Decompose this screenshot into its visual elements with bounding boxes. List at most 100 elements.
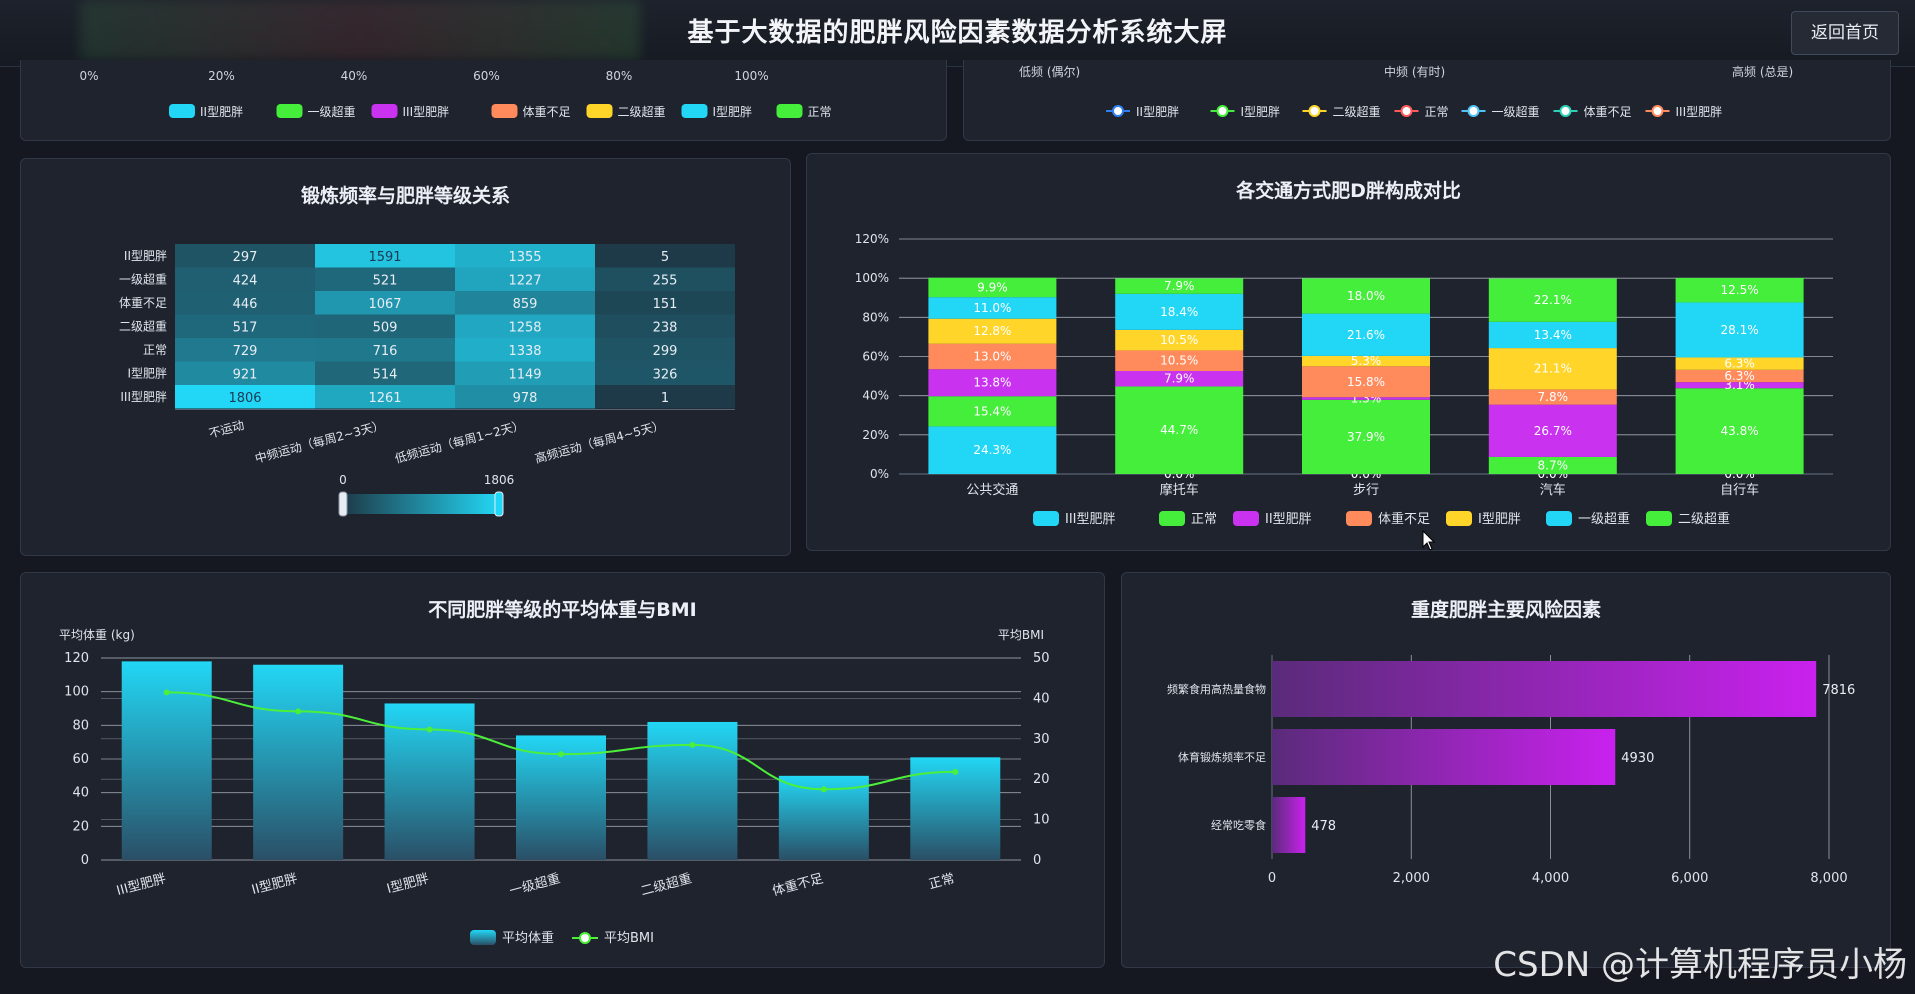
traffic-x-label: 公共交通 — [966, 482, 1018, 498]
axis-tick-label: 20% — [208, 69, 235, 83]
weight-y-tick: 80 — [72, 718, 89, 733]
heatmap-cell-value: 1227 — [508, 273, 541, 288]
traffic-panel: 各交通方式肥D胖构成对比 0% 20% 40% 60% 80% 100% 120% 24.3%… — [806, 153, 1891, 551]
weight-y-tick: 20 — [72, 819, 89, 834]
heatmap-x-label: 中频运动（每周2~3天） — [253, 417, 386, 466]
risk-value-label: 478 — [1311, 819, 1336, 834]
visualmap-handle-min — [338, 491, 348, 517]
traffic-legend-swatch — [1446, 511, 1472, 526]
legend-marker — [1467, 105, 1480, 117]
legend-marker — [1308, 105, 1321, 117]
heatmap-cell-value: 151 — [653, 297, 678, 312]
back-home-button[interactable]: 返回首页 — [1791, 11, 1899, 55]
risk-bar — [1272, 729, 1616, 785]
traffic-legend-swatch — [1159, 511, 1185, 526]
legend-marker — [1112, 105, 1124, 117]
heatmap-cell-value: 1338 — [508, 344, 541, 359]
visualmap-max-label: 1806 — [484, 473, 515, 487]
traffic-segment-label: 10.5% — [1160, 354, 1198, 368]
weight-x-label: 一级超重 — [508, 870, 562, 899]
heatmap-cell-value: 1 — [661, 391, 669, 406]
traffic-chart: 0% 20% 40% 60% 80% 100% 120% 24.3% 15.4% 13.8% 13.… — [855, 232, 1833, 527]
heatmap-x-label: 高频运动（每周4~5天） — [533, 417, 666, 466]
traffic-segment-label: 13.0% — [973, 350, 1011, 364]
heatmap-y-label: 一级超重 — [119, 271, 167, 286]
axis-tick-label: 80% — [606, 69, 633, 83]
traffic-segment-label: 21.1% — [1534, 362, 1572, 376]
weight-x-label: I型肥胖 — [385, 871, 430, 897]
traffic-legend-swatch — [1233, 511, 1259, 526]
traffic-segment-label: 26.7% — [1534, 424, 1572, 438]
traffic-legend-swatch — [1546, 511, 1572, 526]
traffic-segment-label: 18.4% — [1160, 305, 1198, 319]
watermark-text: CSDN @计算机程序员小杨 — [1493, 945, 1907, 985]
legend-label: 一级超重 — [308, 104, 356, 119]
heatmap-cell-value: 255 — [653, 273, 678, 288]
traffic-segment-label: 7.9% — [1164, 279, 1195, 293]
weight-x-label: 体重不足 — [771, 870, 825, 899]
legend-label: 体重不足 — [1584, 105, 1632, 119]
traffic-segment-label: 5.3% — [1351, 354, 1382, 368]
heatmap-y-label: II型肥胖 — [124, 249, 167, 263]
header-bar: 基于大数据的肥胖风险因素数据分析系统大屏 返回首页 — [0, 0, 1915, 67]
traffic-x-label: 摩托车 — [1160, 482, 1199, 498]
legend-marker — [1216, 105, 1229, 117]
weight-x-label: II型肥胖 — [250, 871, 299, 898]
heatmap-cell-value: 424 — [233, 273, 258, 288]
weight-x-label: 二级超重 — [639, 870, 693, 899]
risk-bar — [1272, 661, 1817, 717]
risk-x-tick: 6,000 — [1671, 871, 1708, 886]
heatmap-x-label: 不运动 — [207, 418, 245, 441]
heatmap-cell-value: 729 — [233, 344, 258, 359]
traffic-legend-label: 一级超重 — [1578, 511, 1630, 527]
bmi-point — [163, 689, 170, 696]
heatmap-chart: II型肥胖 297 1591 1355 5 一级超重 424 521 1227 255 体重不足 44… — [119, 244, 735, 517]
legend-swatch — [681, 104, 708, 118]
traffic-segment-label: 8.7% — [1538, 458, 1569, 472]
weight-legend-label: 平均体重 — [502, 930, 554, 946]
axis-tick-label: 100% — [734, 69, 768, 83]
traffic-x-label: 自行车 — [1720, 482, 1759, 498]
bmi-y-tick: 30 — [1033, 732, 1050, 747]
legend-label: I型肥胖 — [713, 105, 753, 119]
legend-label: III型肥胖 — [403, 105, 450, 119]
legend-marker — [1651, 105, 1664, 117]
traffic-y-tick: 100% — [855, 271, 889, 285]
axis-tick-label: 中频 (有时) — [1384, 64, 1445, 79]
risk-x-tick: 4,000 — [1532, 871, 1569, 886]
weight-bar — [253, 664, 344, 860]
top-left-partial-panel: 0% 20% 40% 60% 80% 100% II型肥胖 一级超重 III型肥胖 体重不足 二级超… — [20, 60, 947, 141]
legend-label: 正常 — [1425, 105, 1449, 119]
heatmap-cell-value: 238 — [653, 320, 678, 335]
heatmap-cell-value: 1258 — [508, 320, 541, 335]
traffic-legend-label: 体重不足 — [1378, 511, 1430, 527]
legend-label: II型肥胖 — [1136, 105, 1179, 119]
heatmap-cell-value: 446 — [233, 297, 258, 312]
weight-y-tick: 60 — [72, 752, 89, 767]
risk-panel: 重度肥胖主要风险因素 0 2,000 4,000 6,000 8,000 7816 频繁食用… — [1121, 572, 1891, 968]
legend-swatch — [491, 104, 518, 118]
heatmap-cell-value: 514 — [373, 367, 398, 382]
legend-swatch — [776, 104, 803, 118]
weight-x-label: III型肥胖 — [115, 871, 168, 899]
legend-swatch — [276, 104, 303, 118]
legend-swatch — [586, 104, 613, 118]
heatmap-y-label: III型肥胖 — [120, 390, 167, 404]
bmi-y-tick: 20 — [1033, 772, 1050, 787]
heatmap-cell-value: 1149 — [508, 367, 541, 382]
traffic-segment-label: 11.0% — [973, 301, 1011, 315]
traffic-y-tick: 60% — [862, 350, 889, 364]
heatmap-cell-value: 5 — [661, 250, 669, 265]
visualmap-bar — [343, 494, 499, 514]
weight-y-axis-label: 平均体重 (kg) — [59, 628, 135, 642]
traffic-segment-label: 15.8% — [1347, 375, 1385, 389]
risk-x-tick: 2,000 — [1393, 871, 1430, 886]
page-title: 基于大数据的肥胖风险因素数据分析系统大屏 — [687, 18, 1228, 48]
legend-swatch — [169, 104, 195, 118]
traffic-segment-label: 9.9% — [977, 280, 1008, 294]
heatmap-cell-value: 1591 — [368, 250, 401, 265]
weight-x-label: 正常 — [927, 871, 956, 892]
traffic-segment-label: 12.5% — [1721, 283, 1759, 297]
weight-bmi-panel: 不同肥胖等级的平均体重与BMI 平均体重 (kg) 平均BMI 0 20 40 60 80 1… — [20, 572, 1105, 968]
heatmap-cell-value: 1067 — [368, 297, 401, 312]
